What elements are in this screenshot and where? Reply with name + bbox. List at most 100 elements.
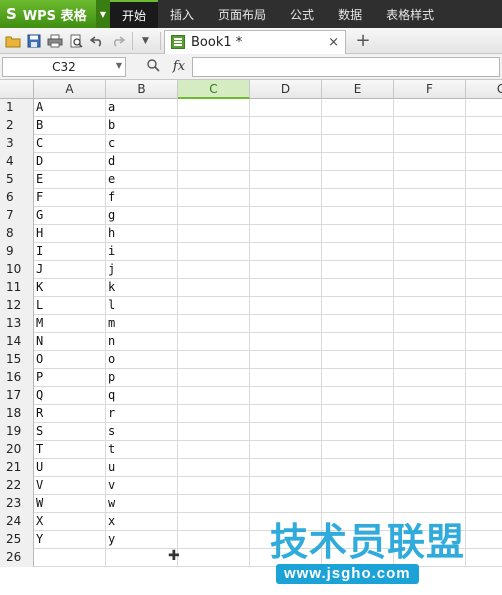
grid-cell[interactable] — [394, 477, 466, 495]
grid-cell[interactable]: F — [34, 189, 106, 207]
grid-cell[interactable] — [322, 369, 394, 387]
grid-cell[interactable] — [250, 405, 322, 423]
grid-cell[interactable] — [178, 387, 250, 405]
grid-cell[interactable] — [178, 405, 250, 423]
grid-cell[interactable] — [250, 207, 322, 225]
grid-cell[interactable] — [250, 189, 322, 207]
menu-tab-formulas[interactable]: 公式 — [278, 0, 326, 28]
grid-cell[interactable]: k — [106, 279, 178, 297]
grid-cell[interactable] — [178, 171, 250, 189]
row-header[interactable]: 10 — [0, 261, 34, 279]
row-header[interactable]: 15 — [0, 351, 34, 369]
row-header[interactable]: 5 — [0, 171, 34, 189]
print-icon[interactable] — [45, 31, 64, 50]
grid-cell[interactable] — [394, 495, 466, 513]
row-header[interactable]: 9 — [0, 243, 34, 261]
grid-cell[interactable] — [250, 387, 322, 405]
row-header[interactable]: 18 — [0, 405, 34, 423]
grid-cell[interactable] — [466, 189, 502, 207]
row-header[interactable]: 12 — [0, 297, 34, 315]
menu-tab-page-layout[interactable]: 页面布局 — [206, 0, 278, 28]
row-header[interactable]: 24 — [0, 513, 34, 531]
grid-cell[interactable] — [466, 423, 502, 441]
row-header[interactable]: 19 — [0, 423, 34, 441]
grid-cell[interactable] — [178, 117, 250, 135]
grid-cell[interactable]: N — [34, 333, 106, 351]
new-tab-button[interactable]: + — [352, 30, 374, 52]
column-header-d[interactable]: D — [250, 80, 322, 99]
grid-cell[interactable] — [466, 351, 502, 369]
row-header[interactable]: 3 — [0, 135, 34, 153]
grid-cell[interactable] — [466, 243, 502, 261]
grid-cell[interactable] — [394, 351, 466, 369]
grid-cell[interactable] — [322, 351, 394, 369]
grid-cell[interactable] — [394, 315, 466, 333]
grid-cell[interactable] — [178, 99, 250, 117]
grid-cell[interactable] — [322, 405, 394, 423]
grid-cell[interactable] — [178, 315, 250, 333]
close-tab-icon[interactable]: × — [328, 35, 339, 50]
row-header[interactable]: 2 — [0, 117, 34, 135]
grid-cell[interactable] — [394, 117, 466, 135]
menu-tab-data[interactable]: 数据 — [326, 0, 374, 28]
grid-cell[interactable] — [394, 243, 466, 261]
grid-cell[interactable] — [250, 153, 322, 171]
grid-cell[interactable] — [322, 225, 394, 243]
grid-cell[interactable] — [394, 333, 466, 351]
grid-cell[interactable] — [466, 279, 502, 297]
app-menu-button[interactable]: S WPS 表格 ▼ — [0, 0, 110, 28]
grid-cell[interactable]: v — [106, 477, 178, 495]
grid-cell[interactable]: G — [34, 207, 106, 225]
grid-cell[interactable]: n — [106, 333, 178, 351]
grid-cell[interactable]: b — [106, 117, 178, 135]
grid-cell[interactable] — [466, 171, 502, 189]
grid-cell[interactable] — [466, 333, 502, 351]
grid-cell[interactable] — [250, 171, 322, 189]
grid-cell[interactable]: m — [106, 315, 178, 333]
grid-cell[interactable]: e — [106, 171, 178, 189]
row-header[interactable]: 22 — [0, 477, 34, 495]
grid-cell[interactable] — [322, 315, 394, 333]
grid-cell[interactable] — [250, 99, 322, 117]
row-header[interactable]: 7 — [0, 207, 34, 225]
grid-cell[interactable] — [250, 333, 322, 351]
grid-cell[interactable] — [322, 135, 394, 153]
grid-cell[interactable] — [466, 495, 502, 513]
grid-cell[interactable] — [322, 333, 394, 351]
grid-cell[interactable] — [394, 279, 466, 297]
grid-cell[interactable]: L — [34, 297, 106, 315]
grid-cell[interactable] — [466, 153, 502, 171]
grid-cell[interactable] — [466, 369, 502, 387]
row-header[interactable]: 16 — [0, 369, 34, 387]
row-header[interactable]: 23 — [0, 495, 34, 513]
grid-cell[interactable] — [322, 207, 394, 225]
grid-cell[interactable] — [466, 225, 502, 243]
formula-input[interactable] — [192, 56, 500, 77]
customize-toolbar-icon[interactable]: ▼ — [136, 31, 155, 50]
grid-cell[interactable] — [178, 333, 250, 351]
grid-cell[interactable] — [178, 459, 250, 477]
grid-cell[interactable]: h — [106, 225, 178, 243]
grid-cell[interactable]: c — [106, 135, 178, 153]
grid-cell[interactable] — [178, 513, 250, 531]
spreadsheet-grid[interactable]: A B C D E F G 1Aa2Bb3Cc4Dd5Ee6Ff7Gg8Hh9I… — [0, 80, 502, 595]
grid-cell[interactable] — [178, 279, 250, 297]
grid-cell[interactable]: d — [106, 153, 178, 171]
grid-cell[interactable]: P — [34, 369, 106, 387]
grid-cell[interactable]: X — [34, 513, 106, 531]
grid-cell[interactable] — [250, 369, 322, 387]
grid-cell[interactable]: D — [34, 153, 106, 171]
menu-tab-home[interactable]: 开始 — [110, 0, 159, 28]
grid-cell[interactable] — [394, 153, 466, 171]
grid-cell[interactable] — [466, 477, 502, 495]
grid-cell[interactable]: R — [34, 405, 106, 423]
menu-tab-table-style[interactable]: 表格样式 — [374, 0, 446, 28]
grid-cell[interactable]: j — [106, 261, 178, 279]
grid-cell[interactable] — [178, 243, 250, 261]
grid-cell[interactable] — [466, 387, 502, 405]
grid-cell[interactable] — [322, 261, 394, 279]
grid-cell[interactable] — [322, 117, 394, 135]
grid-cell[interactable] — [250, 459, 322, 477]
grid-cell[interactable]: y — [106, 531, 178, 549]
grid-cell[interactable] — [178, 189, 250, 207]
